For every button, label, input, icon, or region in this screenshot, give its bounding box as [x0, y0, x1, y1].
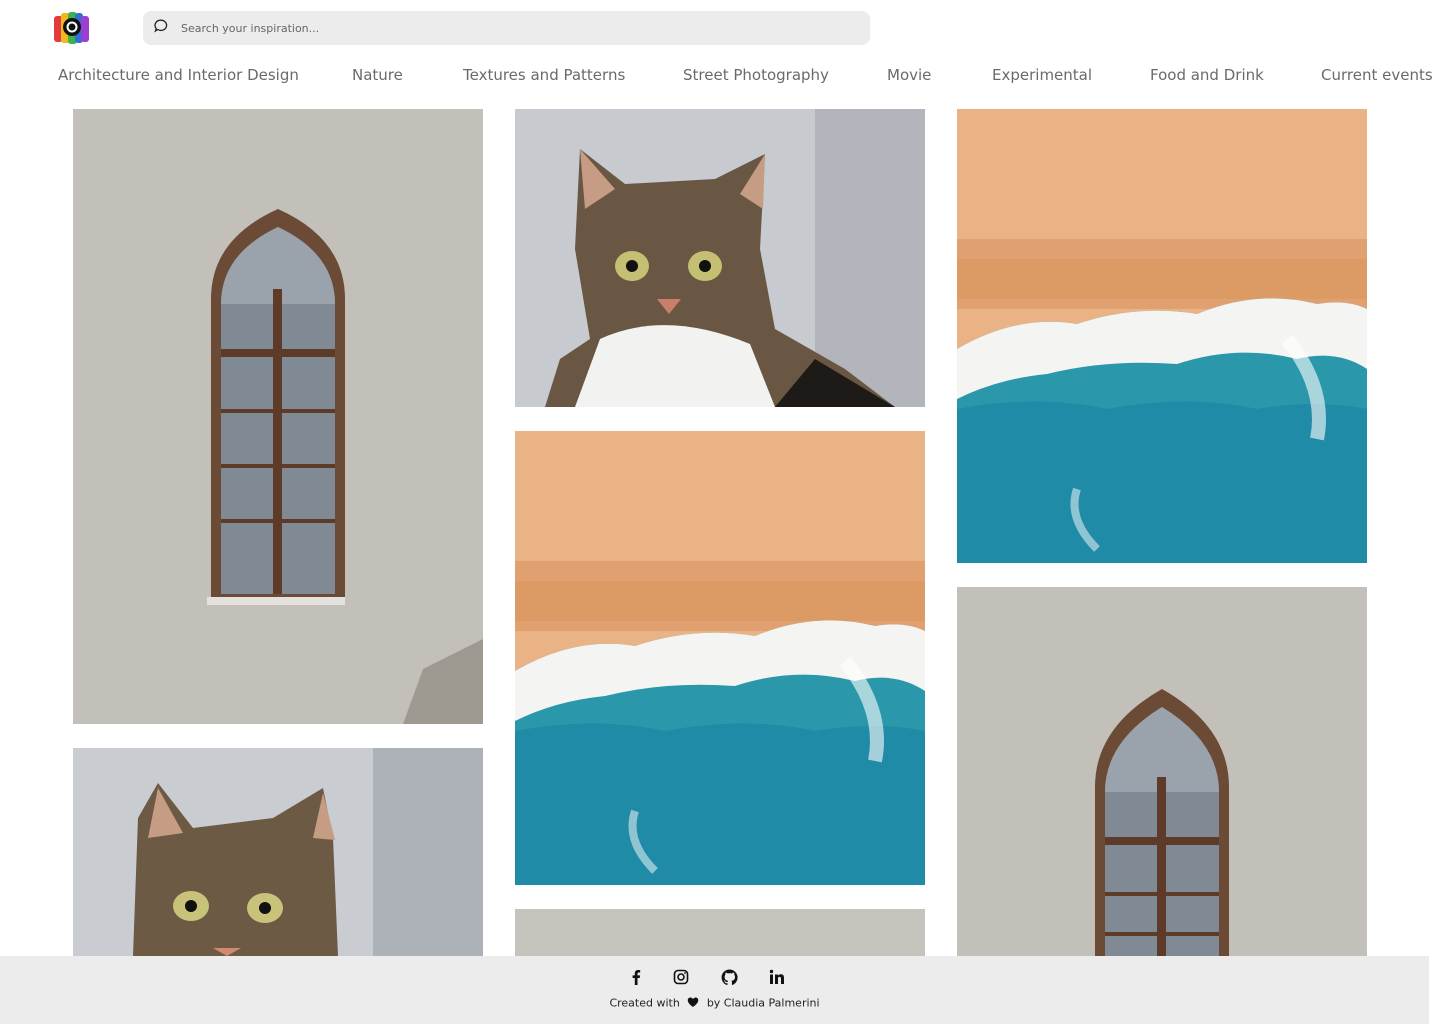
app-logo-icon[interactable] — [53, 10, 91, 46]
beach-photo[interactable] — [515, 431, 925, 885]
window-photo[interactable] — [957, 587, 1367, 956]
facebook-icon[interactable] — [625, 967, 647, 987]
linkedin-icon[interactable] — [766, 967, 788, 987]
nav-item-movie[interactable]: Movie — [887, 66, 931, 84]
credit-suffix: by Claudia Palmerini — [706, 996, 820, 1010]
footer: Created with by Claudia Palmerini — [0, 956, 1429, 1024]
cat-photo[interactable] — [515, 109, 925, 407]
window-photo[interactable] — [73, 109, 483, 724]
search-input[interactable] — [179, 20, 823, 36]
footer-credit: Created with by Claudia Palmerini — [0, 996, 1429, 1011]
cat-photo[interactable] — [73, 748, 483, 956]
social-links — [0, 967, 1429, 987]
nav-item-architecture[interactable]: Architecture and Interior Design — [58, 66, 299, 84]
window-photo[interactable] — [515, 909, 925, 956]
nav-item-nature[interactable]: Nature — [352, 66, 403, 84]
github-icon[interactable] — [718, 967, 740, 987]
nav-item-experimental[interactable]: Experimental — [992, 66, 1092, 84]
nav-item-textures[interactable]: Textures and Patterns — [463, 66, 625, 84]
nav-item-current-events[interactable]: Current events — [1321, 66, 1433, 84]
instagram-icon[interactable] — [670, 967, 692, 987]
nav-item-food-drink[interactable]: Food and Drink — [1150, 66, 1264, 84]
heart-icon — [687, 996, 699, 1011]
beach-photo[interactable] — [957, 109, 1367, 563]
nav-item-street-photography[interactable]: Street Photography — [683, 66, 829, 84]
credit-prefix: Created with — [609, 996, 680, 1010]
search-bubble-icon — [153, 18, 179, 39]
search-bar[interactable] — [143, 11, 870, 45]
category-nav: Architecture and Interior Design Nature … — [0, 66, 1440, 88]
